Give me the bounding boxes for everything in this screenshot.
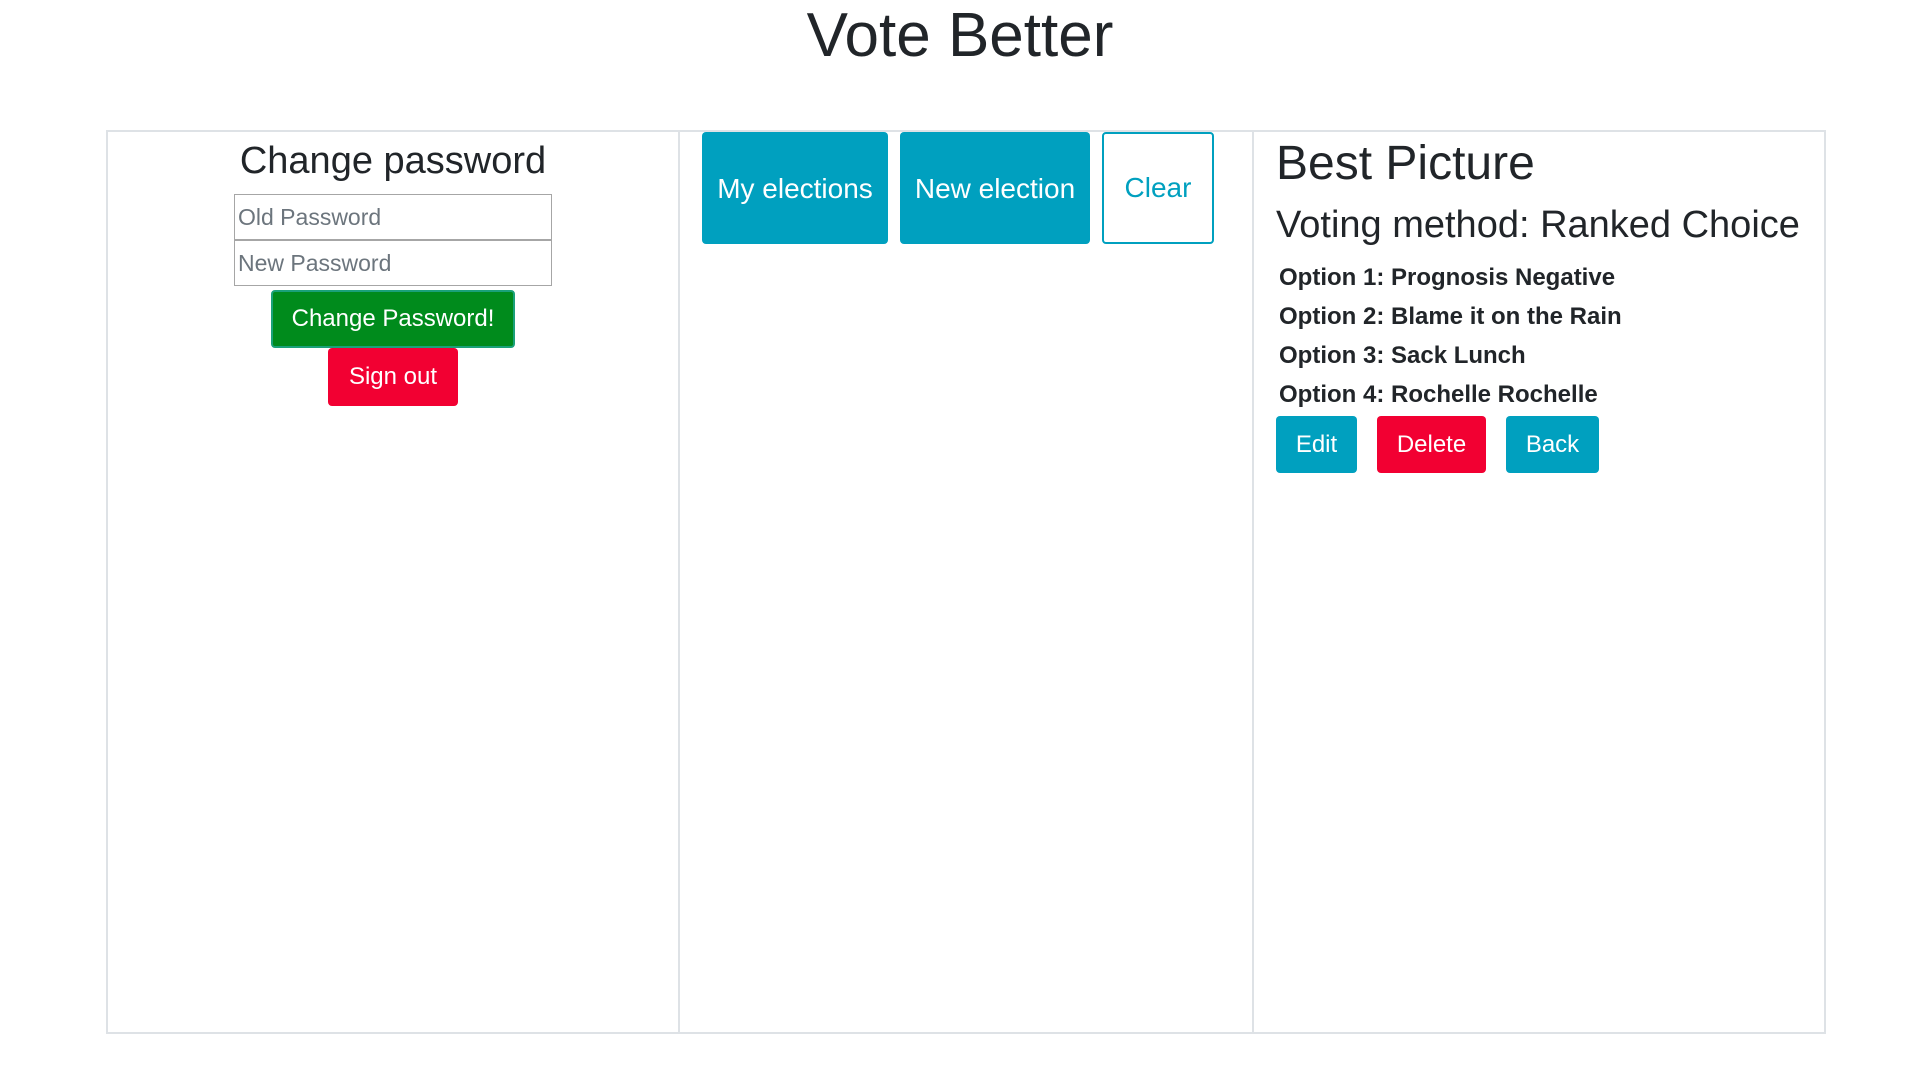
option-item: Option 1: Prognosis Negative — [1279, 264, 1616, 291]
clear-button[interactable]: Clear — [1102, 132, 1214, 244]
change-password-button[interactable]: Change Password! — [271, 290, 515, 348]
voting-method-label: Voting method: Ranked Choice — [1276, 204, 1800, 246]
election-title: Best Picture — [1276, 137, 1535, 190]
option-list: Option 1: Prognosis Negative Option 2: B… — [1276, 258, 1824, 414]
elections-panel: My elections New election Clear — [680, 130, 1254, 1034]
election-detail-panel: Best Picture Voting method: Ranked Choic… — [1254, 130, 1826, 1034]
option-item: Option 3: Sack Lunch — [1279, 342, 1526, 369]
delete-button[interactable]: Delete — [1377, 416, 1486, 473]
app-title: Vote Better — [806, 1, 1114, 70]
option-item: Option 4: Rochelle Rochelle — [1279, 381, 1598, 408]
my-elections-button[interactable]: My elections — [702, 132, 888, 244]
back-button[interactable]: Back — [1506, 416, 1599, 473]
old-password-field[interactable] — [234, 194, 552, 240]
new-election-button[interactable]: New election — [900, 132, 1090, 244]
sign-out-button[interactable]: Sign out — [328, 348, 458, 406]
new-password-field[interactable] — [234, 240, 552, 286]
change-password-heading: Change password — [239, 140, 547, 182]
option-item: Option 2: Blame it on the Rain — [1279, 303, 1622, 330]
election-actions: Edit Delete Back — [1276, 416, 1824, 473]
edit-button[interactable]: Edit — [1276, 416, 1357, 473]
account-panel: Change password Change Password! Sign ou… — [106, 130, 680, 1034]
main-columns: Change password Change Password! Sign ou… — [106, 130, 1826, 1034]
